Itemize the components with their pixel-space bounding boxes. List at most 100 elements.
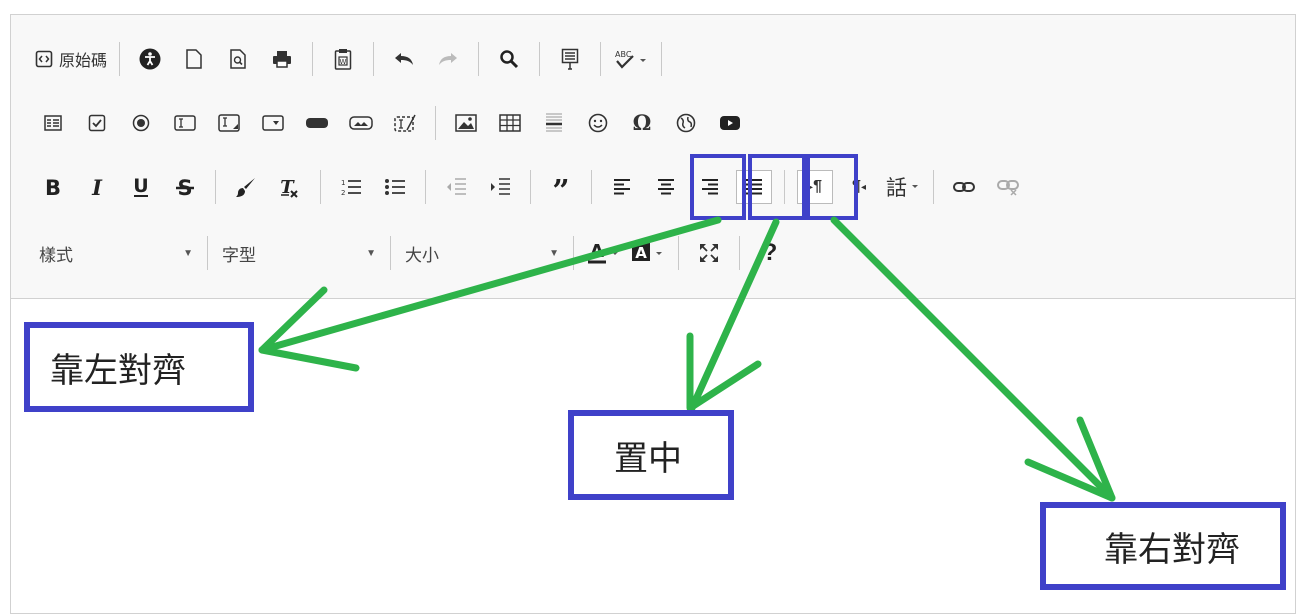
separator — [435, 106, 436, 140]
align-right-highlight — [806, 154, 858, 220]
separator — [530, 170, 531, 204]
hidden-field-button[interactable] — [387, 106, 423, 140]
undo-button[interactable] — [386, 42, 422, 76]
bold-icon: B — [45, 176, 61, 198]
toolbar-row-1: 原始碼 W ABC — [35, 39, 670, 79]
accessibility-icon — [139, 48, 161, 70]
italic-button[interactable]: I — [79, 170, 115, 204]
maximize-button[interactable] — [691, 236, 727, 270]
radio-icon — [132, 114, 150, 132]
select-all-button[interactable] — [552, 42, 588, 76]
separator — [661, 42, 663, 76]
find-button[interactable] — [491, 42, 527, 76]
center-annotation: 置中 — [568, 410, 734, 500]
separator — [600, 42, 602, 76]
paintbrush-icon — [236, 178, 255, 197]
outdent-icon — [447, 178, 466, 195]
form-button-tool[interactable] — [299, 106, 335, 140]
remove-format-button[interactable]: T — [272, 170, 308, 204]
language-button[interactable]: 話 — [885, 170, 921, 204]
accessibility-button[interactable] — [132, 42, 168, 76]
print-button[interactable] — [264, 42, 300, 76]
separator — [312, 42, 314, 76]
text-field-button[interactable] — [167, 106, 203, 140]
separator — [591, 170, 592, 204]
bulleted-list-button[interactable] — [377, 170, 413, 204]
left-align-annotation: 靠左對齊 — [24, 322, 254, 412]
image-button-tool[interactable] — [343, 106, 379, 140]
horizontal-line-button[interactable] — [536, 106, 572, 140]
text-color-icon: A — [588, 241, 618, 264]
unlink-button[interactable] — [990, 170, 1026, 204]
radio-button-tool[interactable] — [123, 106, 159, 140]
text-color-button[interactable]: A — [586, 236, 622, 270]
image-button[interactable] — [448, 106, 484, 140]
checkbox-button[interactable] — [79, 106, 115, 140]
hidden-field-icon — [394, 114, 416, 132]
spell-check-icon: ABC — [615, 50, 647, 69]
styles-dropdown[interactable]: 樣式 ▼ — [33, 236, 199, 270]
svg-text:1: 1 — [341, 179, 345, 187]
preview-button[interactable] — [220, 42, 256, 76]
underline-icon: U — [133, 175, 149, 197]
new-page-button[interactable] — [176, 42, 212, 76]
form-button[interactable] — [35, 106, 71, 140]
button-icon — [306, 118, 328, 128]
background-color-icon: A — [632, 243, 662, 262]
align-center-button[interactable] — [648, 170, 684, 204]
separator — [425, 170, 426, 204]
youtube-icon — [720, 116, 740, 130]
table-button[interactable] — [492, 106, 528, 140]
center-annotation-text: 置中 — [614, 439, 682, 478]
redo-button[interactable] — [430, 42, 466, 76]
background-color-button[interactable]: A — [630, 236, 666, 270]
remove-format-icon: T — [280, 177, 298, 198]
copy-format-button[interactable] — [228, 170, 264, 204]
horizontal-line-icon — [546, 113, 562, 132]
separator — [739, 236, 740, 270]
align-left-icon — [614, 179, 630, 195]
chevron-down-icon: ▼ — [549, 247, 559, 259]
youtube-button[interactable] — [712, 106, 748, 140]
bulleted-list-icon — [385, 179, 405, 195]
language-icon: 話 — [886, 177, 907, 200]
separator — [215, 170, 216, 204]
outdent-button[interactable] — [438, 170, 474, 204]
editor-toolbar: 原始碼 W ABC Ω B I U T 1 2 ” ▸ ¶ ¶ ◂ 話 樣式 ▼… — [11, 15, 1295, 299]
blockquote-button[interactable]: ” — [543, 170, 579, 204]
indent-button[interactable] — [482, 170, 518, 204]
underline-button[interactable]: U — [123, 170, 159, 204]
textarea-button[interactable] — [211, 106, 247, 140]
special-char-button[interactable]: Ω — [624, 106, 660, 140]
undo-icon — [395, 53, 414, 65]
svg-text:Ω: Ω — [633, 112, 652, 134]
strikethrough-button[interactable]: S — [167, 170, 203, 204]
svg-text:W: W — [340, 58, 347, 66]
omega-icon: Ω — [633, 112, 652, 134]
iframe-button[interactable] — [668, 106, 704, 140]
font-dropdown[interactable]: 字型 ▼ — [216, 236, 382, 270]
right-align-annotation-text: 靠右對齊 — [1104, 530, 1240, 569]
separator — [320, 170, 321, 204]
svg-text:B: B — [45, 176, 61, 198]
separator — [933, 170, 934, 204]
size-dropdown[interactable]: 大小 ▼ — [399, 236, 565, 270]
textarea-icon — [218, 114, 240, 132]
print-icon — [273, 51, 292, 68]
bold-button[interactable]: B — [35, 170, 71, 204]
select-field-button[interactable] — [255, 106, 291, 140]
smiley-button[interactable] — [580, 106, 616, 140]
align-left-button[interactable] — [604, 170, 640, 204]
smiley-icon — [588, 113, 608, 133]
spell-check-button[interactable]: ABC — [613, 42, 649, 76]
paste-from-word-button[interactable]: W — [325, 42, 361, 76]
source-button[interactable]: 原始碼 — [35, 42, 107, 76]
help-button[interactable]: ? — [752, 236, 788, 270]
toolbar-row-3: B I U S T 12 — [35, 167, 1030, 207]
link-button[interactable] — [946, 170, 982, 204]
checkbox-icon — [88, 114, 106, 132]
align-left-highlight — [690, 154, 746, 220]
numbered-list-button[interactable]: 12 — [333, 170, 369, 204]
help-icon: ? — [762, 239, 778, 266]
form-icon — [44, 115, 62, 131]
